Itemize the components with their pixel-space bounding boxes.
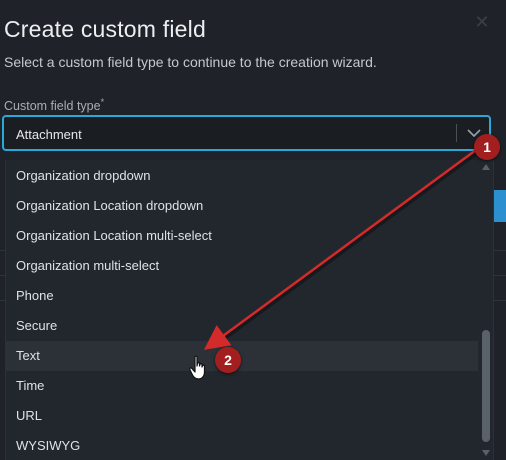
close-icon[interactable]: ✕ [474,13,490,31]
dropdown-option[interactable]: URL [6,401,478,431]
custom-field-type-select[interactable]: Attachment [2,115,491,151]
dropdown-scrollbar[interactable] [480,160,492,460]
scrollbar-thumb[interactable] [482,330,490,442]
dropdown-option[interactable]: Organization Location dropdown [6,191,478,221]
dropdown-option[interactable]: Organization multi-select [6,251,478,281]
field-label-text: Custom field type [4,99,101,114]
dropdown-option[interactable]: Organization Location multi-select [6,221,478,251]
required-marker: * [100,97,105,107]
dropdown-option[interactable]: WYSIWYG [6,431,478,460]
dropdown-option[interactable]: Phone [6,281,478,311]
dialog-title: Create custom field [4,16,206,42]
scroll-down-icon[interactable] [482,450,490,456]
dropdown-option[interactable]: Time [6,371,478,401]
select-separator [456,124,457,142]
dropdown-option-highlighted[interactable]: Text [6,341,478,371]
select-value: Attachment [16,127,82,142]
step-2-badge: 2 [215,347,241,373]
field-label: Custom field type* [4,97,104,113]
step-1-badge: 1 [474,134,500,160]
field-type-dropdown[interactable]: Organization dropdown Organization Locat… [5,160,494,460]
dialog-subtitle: Select a custom field type to continue t… [4,54,377,70]
hand-cursor-icon [189,355,206,380]
scroll-up-icon[interactable] [482,164,490,170]
dropdown-option[interactable]: Organization dropdown [6,161,478,191]
dropdown-option[interactable]: Secure [6,311,478,341]
